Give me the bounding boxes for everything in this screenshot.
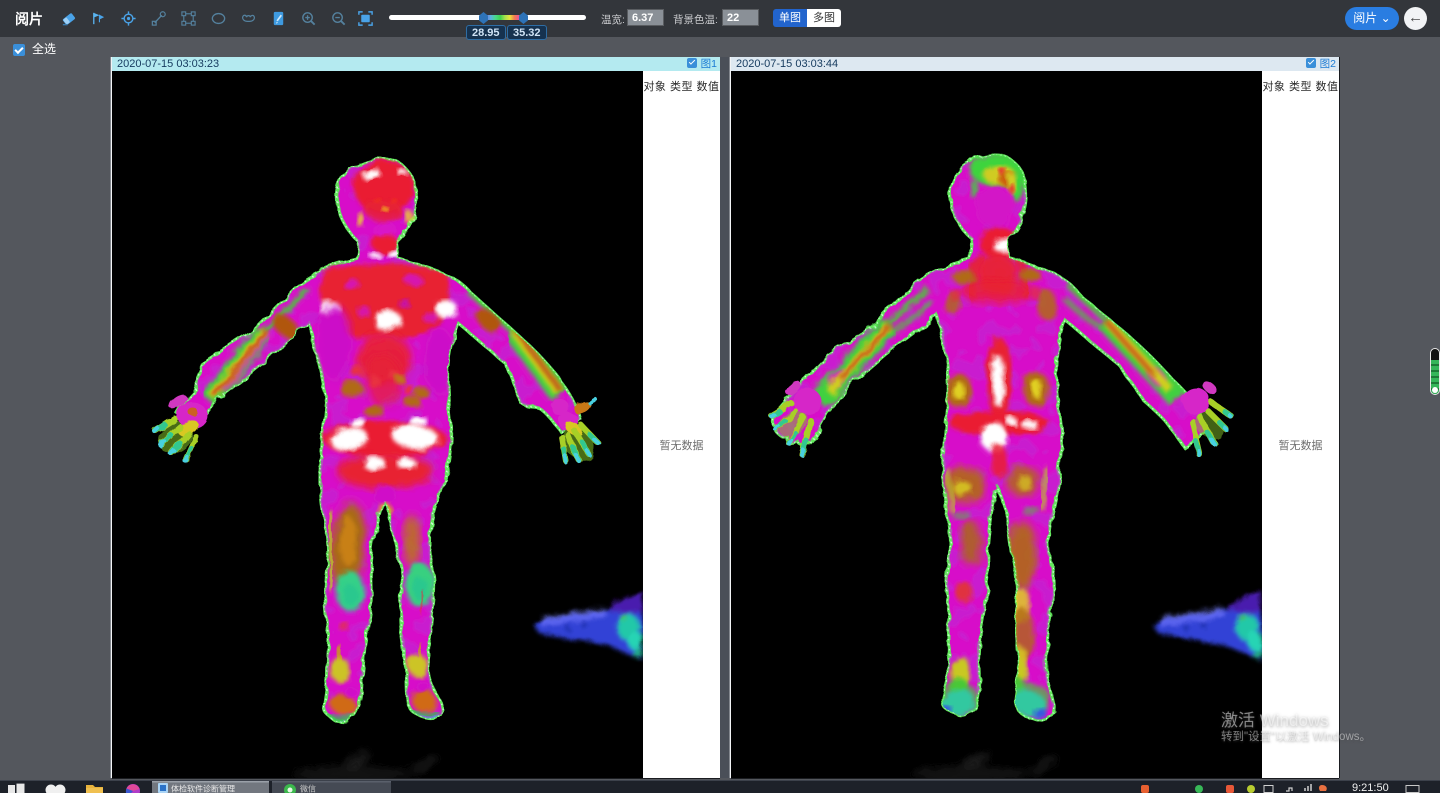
svg-text:体检软件诊断管理: 体检软件诊断管理 xyxy=(171,784,235,793)
svg-text:微信: 微信 xyxy=(300,784,316,793)
svg-text:9:21:50: 9:21:50 xyxy=(1352,782,1389,793)
